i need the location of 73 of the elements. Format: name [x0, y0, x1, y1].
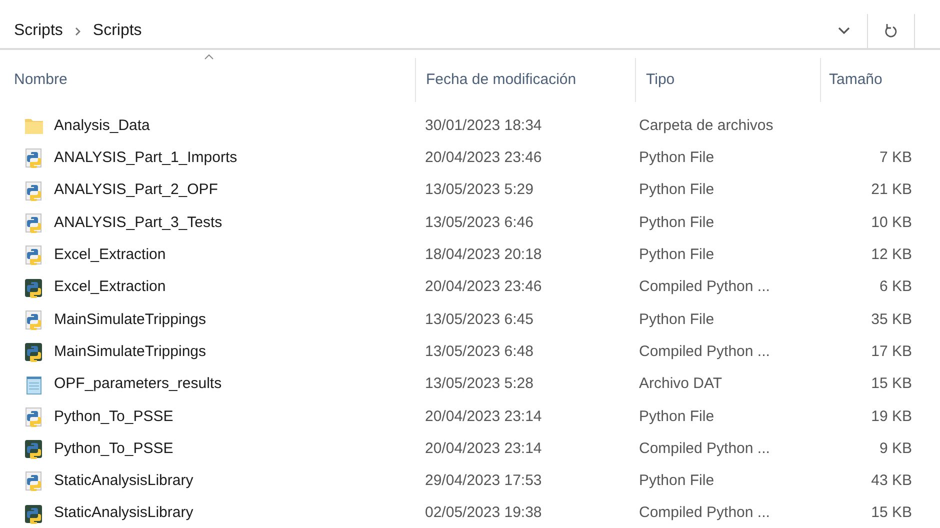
breadcrumb-item[interactable]: Scripts	[14, 19, 63, 43]
python-file-icon	[24, 245, 44, 266]
python-file-icon	[24, 471, 44, 492]
python-file-icon	[24, 310, 44, 330]
file-size: 12 KB	[870, 245, 912, 266]
file-name[interactable]: StaticAnalysisLibrary	[54, 470, 194, 493]
python-file-icon	[24, 213, 44, 234]
file-name[interactable]: ANALYSIS_Part_3_Tests	[54, 212, 222, 234]
file-type: Python File	[638, 212, 716, 233]
file-name[interactable]: ANALYSIS_Part_2_OPF	[54, 179, 218, 202]
file-size: 7 KB	[878, 148, 912, 168]
file-name[interactable]: StaticAnalysisLibrary	[54, 502, 194, 525]
refresh-icon	[884, 23, 898, 39]
modified-date: 13/05/2023 5:28	[424, 374, 534, 394]
file-size: 9 KB	[878, 438, 912, 459]
file-name[interactable]: ANALYSIS_Part_1_Imports	[54, 147, 238, 170]
file-name[interactable]: Python_To_PSSE	[54, 406, 174, 428]
file-name[interactable]: Python_To_PSSE	[54, 438, 174, 460]
column-header[interactable]: Nombre	[14, 68, 68, 92]
file-type: Python File	[638, 180, 716, 200]
python-file-icon	[24, 180, 44, 201]
file-type: Python File	[638, 406, 716, 427]
modified-date: 13/05/2023 6:45	[424, 310, 534, 330]
file-name[interactable]: Excel_Extraction	[54, 276, 166, 299]
chevron-right-icon	[74, 26, 81, 36]
file-size: 17 KB	[870, 342, 912, 362]
file-size: 21 KB	[870, 180, 912, 200]
file-type: Python File	[638, 471, 716, 492]
modified-date: 13/05/2023 6:48	[424, 342, 534, 362]
file-size: 19 KB	[870, 406, 912, 427]
file-name[interactable]: Excel_Extraction	[54, 244, 166, 267]
python-file-icon	[24, 406, 44, 427]
chevron-down-icon	[838, 27, 850, 35]
file-size: 10 KB	[870, 212, 912, 233]
notepad-icon	[24, 374, 44, 395]
file-type: Python File	[638, 245, 716, 266]
modified-date: 20/04/2023 23:46	[424, 277, 543, 298]
python-file-icon	[24, 148, 44, 168]
modified-date: 13/05/2023 6:46	[424, 212, 534, 233]
file-name[interactable]: OPF_parameters_results	[54, 373, 222, 396]
file-size: 43 KB	[870, 471, 912, 492]
file-type: Python File	[638, 148, 716, 168]
file-size: 15 KB	[870, 374, 912, 394]
modified-date: 20/04/2023 23:46	[424, 148, 543, 168]
modified-date: 30/01/2023 18:34	[424, 116, 543, 136]
compiled-python-icon	[24, 342, 44, 362]
file-name[interactable]: MainSimulateTrippings	[54, 340, 206, 364]
modified-date: 29/04/2023 17:53	[424, 471, 543, 492]
modified-date: 20/04/2023 23:14	[424, 406, 543, 427]
compiled-python-icon	[24, 504, 44, 524]
modified-date: 20/04/2023 23:14	[424, 438, 543, 459]
compiled-python-icon	[24, 439, 44, 460]
modified-date: 02/05/2023 19:38	[424, 503, 543, 524]
modified-date: 13/05/2023 5:29	[424, 180, 534, 200]
file-size: 6 KB	[878, 277, 912, 298]
breadcrumb-item[interactable]: Scripts	[92, 19, 142, 43]
file-type: Archivo DAT	[638, 374, 724, 394]
modified-date: 18/04/2023 20:18	[424, 245, 543, 266]
file-type: Python File	[638, 310, 716, 330]
file-size: 35 KB	[870, 310, 912, 330]
file-type: Compiled Python ...	[638, 342, 771, 362]
column-header[interactable]: Tamaño	[829, 68, 882, 92]
column-header[interactable]: Fecha de modificación	[426, 68, 576, 92]
file-name[interactable]: Analysis_Data	[54, 114, 150, 138]
file-type: Carpeta de archivos	[638, 116, 774, 136]
compiled-python-icon	[24, 278, 44, 298]
file-type: Compiled Python ...	[638, 277, 771, 298]
column-header[interactable]: Tipo	[646, 68, 675, 92]
file-type: Compiled Python ...	[638, 503, 771, 524]
file-size: 15 KB	[870, 503, 912, 524]
file-name[interactable]: MainSimulateTrippings	[54, 308, 206, 332]
file-type: Compiled Python ...	[638, 438, 771, 459]
folder-icon	[24, 116, 44, 136]
